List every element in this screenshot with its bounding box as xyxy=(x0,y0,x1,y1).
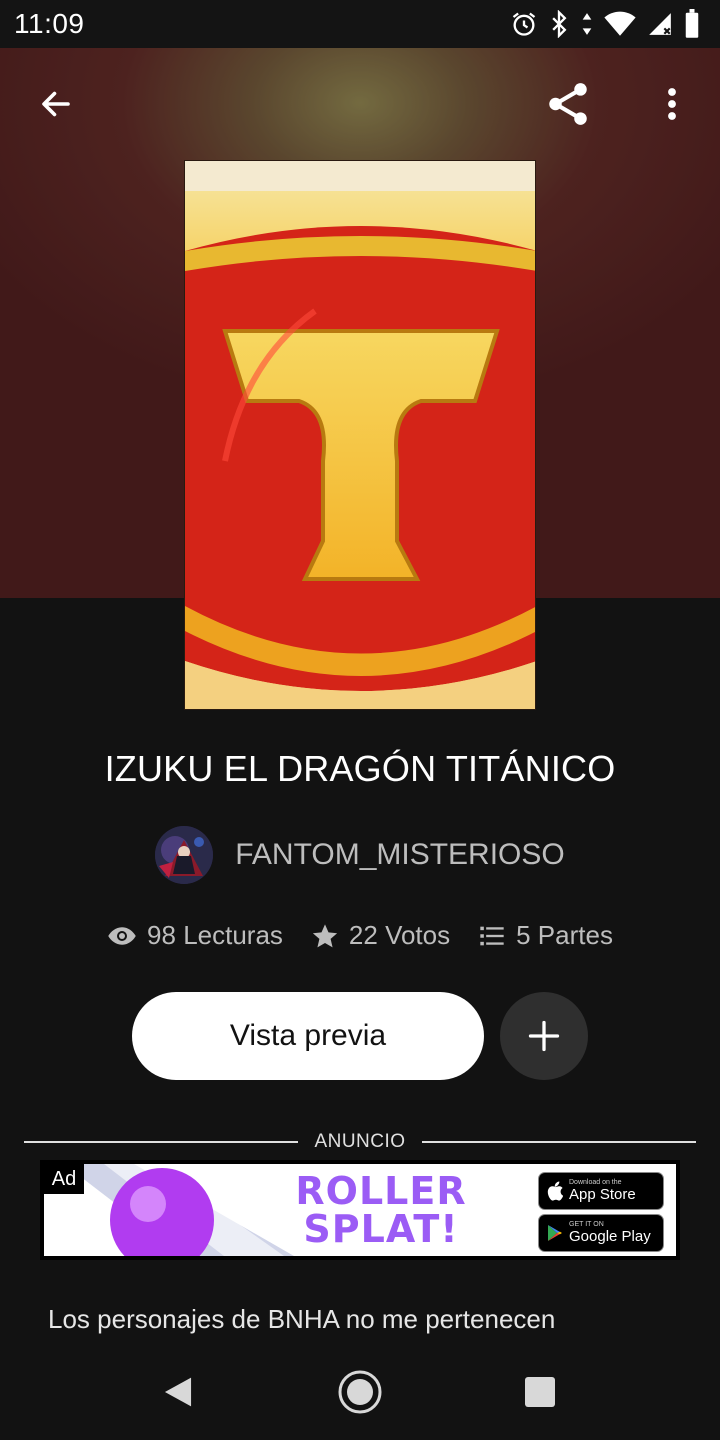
apple-icon xyxy=(547,1181,563,1201)
battery-icon xyxy=(685,9,699,38)
plus-icon xyxy=(528,1020,560,1052)
parts-count: 5 Partes xyxy=(516,920,613,950)
more-vert-icon xyxy=(668,88,676,120)
data-arrows-icon xyxy=(582,13,592,35)
status-bar: 11:09 xyxy=(0,0,720,48)
story-description: Los personajes de BNHA no me pertenecen xyxy=(48,1304,556,1334)
nav-recents-button[interactable] xyxy=(500,1364,580,1420)
reads-stat: 98 Lecturas xyxy=(107,920,283,951)
google-play-icon xyxy=(548,1225,562,1241)
votes-count: 22 Votos xyxy=(348,920,451,950)
votes-stat: 22 Votos xyxy=(311,920,450,951)
app-store-large-text: App Store xyxy=(569,1186,636,1203)
arrow-left-icon xyxy=(42,91,70,117)
star-icon xyxy=(312,923,338,947)
ad-banner[interactable]: Ad ROLLER SPLAT! Download on the App Sto… xyxy=(40,1160,680,1260)
story-cover[interactable] xyxy=(184,160,536,710)
divider xyxy=(24,1141,299,1143)
cover-emblem-image xyxy=(185,161,535,709)
avatar xyxy=(155,826,214,884)
preview-button[interactable]: Vista previa xyxy=(132,992,484,1080)
system-nav-bar xyxy=(0,1344,720,1440)
ad-section-label: ANUNCIO xyxy=(24,1128,696,1156)
ad-badge: Ad xyxy=(44,1164,84,1194)
app-store-badge[interactable]: Download on the App Store xyxy=(538,1172,664,1210)
story-title: IZUKU EL DRAGÓN TITÁNICO xyxy=(104,748,616,789)
nav-recents-icon xyxy=(525,1377,555,1407)
story-stats: 98 Lecturas 22 Votos 5 Partes xyxy=(0,920,720,951)
author-name: FANTOM_MISTERIOSO xyxy=(235,838,565,871)
add-to-library-button[interactable] xyxy=(500,992,588,1080)
nav-home-icon xyxy=(338,1370,382,1414)
status-icons xyxy=(510,9,700,39)
ad-brand-name: ROLLER SPLAT! xyxy=(295,1169,467,1251)
author-link[interactable]: FANTOM_MISTERIOSO xyxy=(0,826,720,884)
nav-home-button[interactable] xyxy=(320,1364,400,1420)
share-button[interactable] xyxy=(534,70,602,138)
list-icon xyxy=(480,926,504,945)
wifi-icon xyxy=(604,11,636,36)
alarm-icon xyxy=(512,12,536,36)
back-button[interactable] xyxy=(22,70,90,138)
ad-label-text: ANUNCIO xyxy=(314,1131,406,1152)
reads-count: 98 Lecturas xyxy=(147,920,283,950)
google-play-large-text: Google Play xyxy=(569,1228,651,1245)
share-icon xyxy=(549,83,587,125)
more-options-button[interactable] xyxy=(638,70,706,138)
app-bar xyxy=(0,48,720,160)
signal-icon xyxy=(649,13,671,35)
google-play-badge[interactable]: GET IT ON Google Play xyxy=(538,1214,664,1252)
bluetooth-icon xyxy=(552,10,567,38)
eye-icon xyxy=(108,926,136,945)
nav-back-icon xyxy=(164,1377,192,1407)
parts-stat: 5 Partes xyxy=(478,920,613,951)
nav-back-button[interactable] xyxy=(138,1364,218,1420)
divider xyxy=(421,1141,696,1143)
status-time: 11:09 xyxy=(14,8,85,39)
